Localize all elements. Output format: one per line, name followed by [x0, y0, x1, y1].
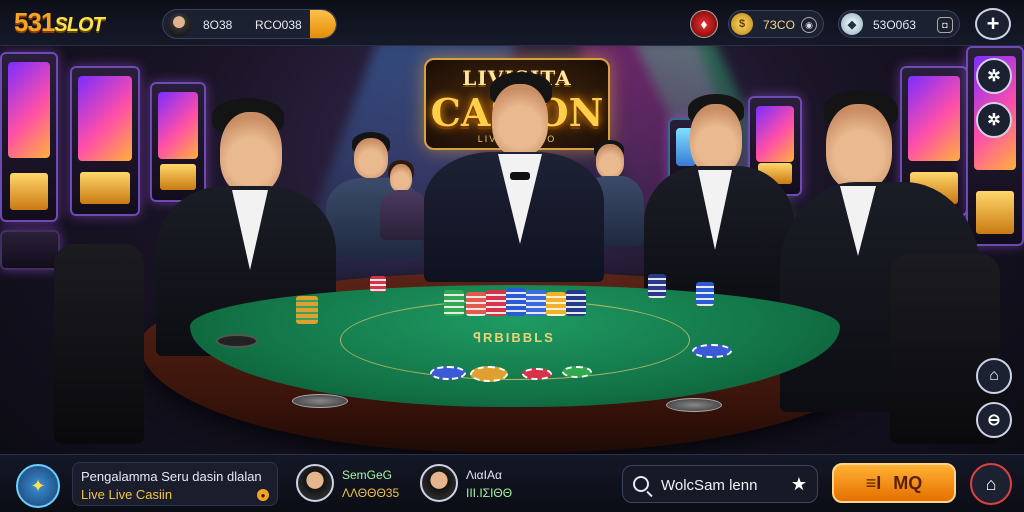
info-subtitle: Live Live Casiin — [81, 487, 173, 502]
chip-stack[interactable] — [566, 290, 586, 316]
player-avatar — [420, 464, 458, 502]
info-card[interactable]: Pengalamma Seru dasin dlalan Live Live C… — [72, 462, 278, 506]
user-pill-tab — [310, 10, 336, 38]
bonus-icon[interactable]: ♦ — [690, 10, 718, 38]
chip-stack[interactable] — [444, 290, 464, 316]
app-logo[interactable]: 531SLOT — [14, 7, 105, 38]
chip[interactable] — [692, 344, 732, 358]
logo-number: 531 — [14, 7, 55, 37]
play-button-label: MQ — [893, 472, 923, 493]
search-icon — [633, 476, 649, 492]
chip-stack[interactable] — [296, 296, 318, 324]
slot-machine — [150, 82, 206, 202]
chip[interactable] — [562, 366, 592, 378]
game-logo-icon[interactable]: ✦ — [16, 464, 60, 508]
coin-balance: 7ЗCO — [763, 18, 795, 32]
player-name: SemGeG — [342, 468, 393, 482]
bottom-bar: ✦ Pengalamma Seru dasin dlalan Live Live… — [0, 454, 1024, 512]
camera-icon[interactable]: ◘ — [937, 17, 953, 33]
user-balance: RCO038 — [255, 18, 302, 32]
home-small-icon[interactable]: ⌂ — [976, 358, 1012, 394]
chip-stack[interactable] — [696, 282, 714, 306]
player-name: ΛιαΙΑα — [466, 468, 502, 482]
chip-stack[interactable] — [486, 290, 506, 316]
top-bar: 531SLOT 8O38 RCO038 ♦ $ 7ЗCO ◉ ◆ 53O0б3 … — [0, 0, 1024, 46]
logo-text: SLOT — [54, 14, 104, 36]
lock-icon[interactable]: ⊖ — [976, 402, 1012, 438]
user-name: 8O38 — [203, 18, 233, 32]
add-icon[interactable]: + — [975, 8, 1011, 40]
user-profile-pill[interactable]: 8O38 RCO038 — [162, 9, 337, 39]
user-avatar — [167, 13, 191, 37]
gems-balance: 53O0б3 — [873, 18, 916, 32]
chip-stack[interactable] — [526, 290, 546, 316]
chair — [54, 244, 144, 444]
slot-machine — [70, 66, 140, 216]
info-badge-icon: ● — [257, 489, 269, 501]
player-score: ΛΛΘΘΘ35 — [342, 486, 400, 500]
gem-icon: ◆ — [841, 13, 863, 35]
settings-icon[interactable]: ✲ — [976, 58, 1012, 94]
chip[interactable] — [522, 368, 552, 380]
play-button[interactable]: ≡I MQ — [832, 463, 956, 503]
coin-balance-pill[interactable]: $ 7ЗCO ◉ — [728, 10, 824, 38]
chip[interactable] — [470, 366, 508, 382]
play-button-icon: ≡I — [865, 472, 882, 493]
table-cup-holder — [666, 398, 722, 412]
casino-scene: LIVISITA CASION LIVE CASINO — [0, 0, 1024, 512]
card-shoe — [216, 334, 258, 348]
gems-balance-pill[interactable]: ◆ 53O0б3 ◘ — [838, 10, 960, 38]
table-felt-text: ꟼRBIBBLS — [473, 330, 555, 345]
table-cup-holder — [292, 394, 348, 408]
search-box[interactable]: ★ — [622, 465, 818, 503]
coin-add-icon[interactable]: ◉ — [801, 17, 817, 33]
slot-machine — [0, 52, 58, 222]
chip-stack[interactable] — [648, 274, 666, 298]
coin-icon: $ — [731, 13, 753, 35]
player-avatar — [296, 464, 334, 502]
chip-stack[interactable] — [546, 292, 566, 316]
chip-stack[interactable] — [370, 276, 386, 292]
search-input[interactable] — [661, 474, 781, 496]
slot-machine-base — [0, 230, 60, 270]
star-icon[interactable]: ★ — [791, 474, 807, 495]
chip[interactable] — [430, 366, 466, 380]
player-score: ΙΙΙ.ΙΣΙΘΘ — [466, 486, 513, 500]
info-title: Pengalamma Seru dasin dlalan — [81, 469, 262, 484]
gift-icon[interactable]: ✲ — [976, 102, 1012, 138]
home-icon[interactable]: ⌂ — [970, 463, 1012, 505]
chip-stack[interactable] — [466, 292, 486, 316]
chip-stack[interactable] — [506, 288, 526, 316]
